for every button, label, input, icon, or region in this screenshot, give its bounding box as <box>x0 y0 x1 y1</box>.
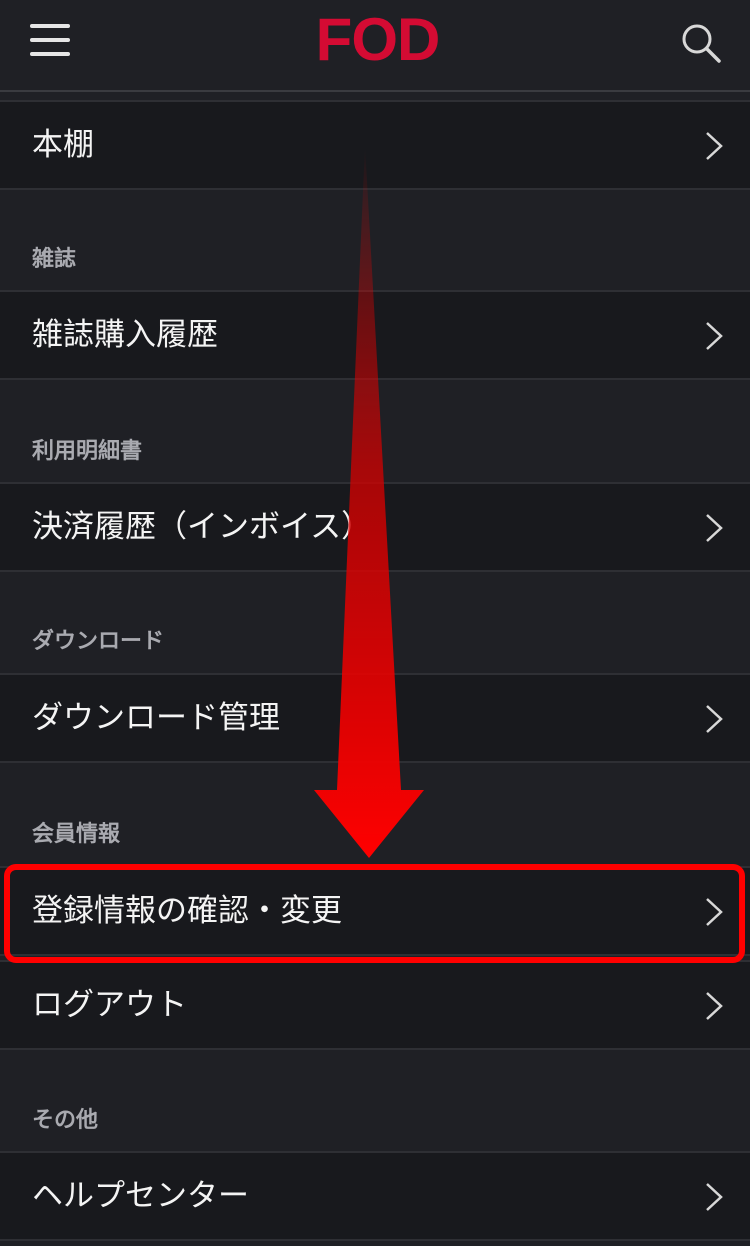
menu-item-label: ログアウト <box>32 987 187 1023</box>
menu-item-download-management[interactable]: ダウンロード管理 <box>0 673 750 763</box>
search-icon[interactable] <box>680 22 722 64</box>
chevron-right-icon <box>706 132 723 160</box>
section-header-magazine: 雑誌 <box>32 247 77 272</box>
menu-item-payment-history[interactable]: 決済履歴（インボイス） <box>0 482 750 572</box>
menu-item-bookshelf[interactable]: 本棚 <box>0 100 750 190</box>
chevron-right-icon <box>706 514 723 542</box>
hamburger-menu-icon[interactable] <box>30 22 70 58</box>
menu-item-logout[interactable]: ログアウト <box>0 960 750 1050</box>
section-header-download: ダウンロード <box>32 629 165 654</box>
menu-item-label: 本棚 <box>32 127 94 163</box>
menu-item-help-center[interactable]: ヘルプセンター <box>0 1151 750 1241</box>
menu-item-label: ダウンロード管理 <box>32 700 280 736</box>
section-header-other: その他 <box>32 1108 99 1133</box>
chevron-right-icon <box>706 705 723 733</box>
chevron-right-icon <box>706 992 723 1020</box>
menu-item-label: 決済履歴（インボイス） <box>32 509 373 545</box>
section-header-member-info: 会員情報 <box>32 822 121 847</box>
section-header-statement: 利用明細書 <box>32 439 143 464</box>
menu-item-label: 雑誌購入履歴 <box>32 317 218 353</box>
chevron-right-icon <box>706 1183 723 1211</box>
menu-item-magazine-history[interactable]: 雑誌購入履歴 <box>0 290 750 380</box>
menu-item-label: ヘルプセンター <box>32 1178 249 1214</box>
fod-logo[interactable]: FOD <box>305 8 450 72</box>
app-header: FOD <box>0 0 750 92</box>
chevron-right-icon <box>706 322 723 350</box>
highlight-box <box>4 864 745 963</box>
